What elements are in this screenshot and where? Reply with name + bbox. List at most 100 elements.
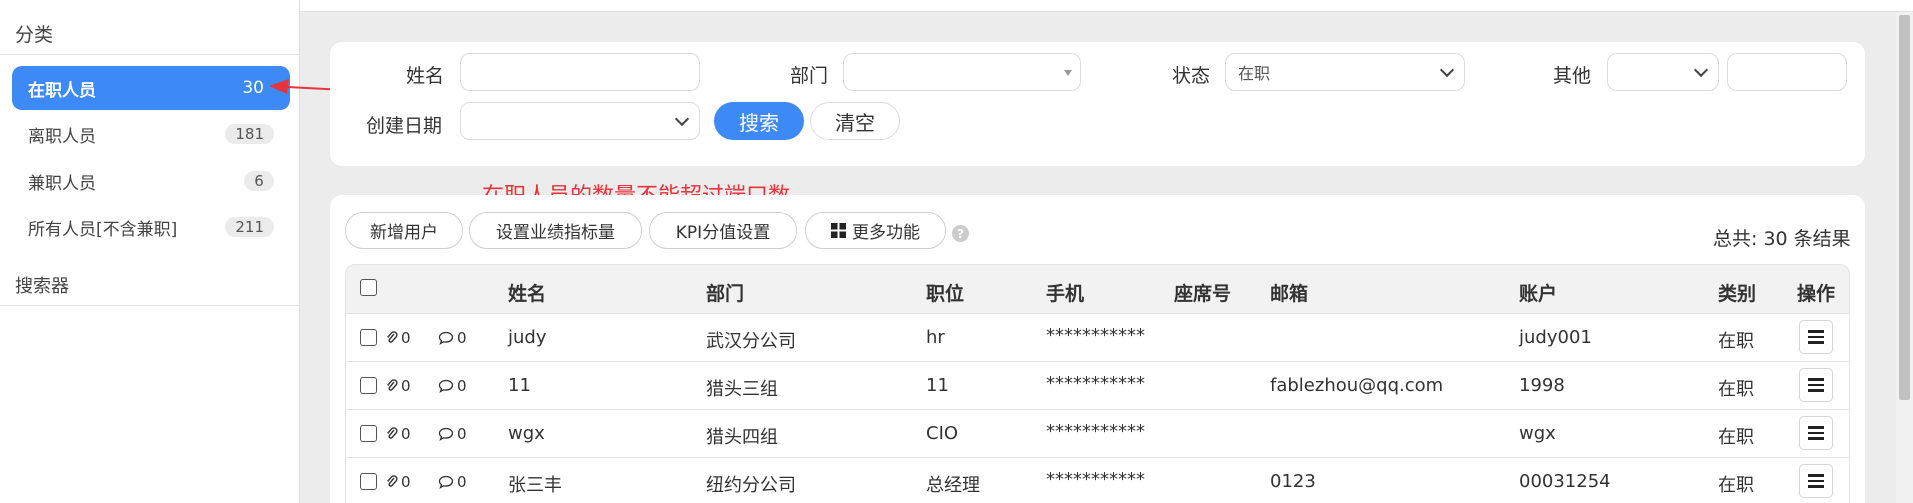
- more-functions-label: 更多功能: [852, 223, 920, 243]
- cell-account: 00031254: [1519, 471, 1611, 492]
- comment-icon: [438, 331, 454, 345]
- table-row[interactable]: 0 0 judy 武汉分公司 hr *********** judy001 在职: [345, 314, 1850, 362]
- searcher-section-title[interactable]: 搜索器: [15, 272, 69, 298]
- dept-label: 部门: [790, 65, 829, 87]
- row-checkbox[interactable]: [360, 425, 377, 442]
- paperclip-icon: [387, 379, 398, 391]
- column-header-account[interactable]: 账户: [1519, 279, 1557, 306]
- sidebar-item-active-staff[interactable]: 在职人员 30: [12, 66, 290, 110]
- other-label: 其他: [1553, 65, 1592, 87]
- other-select[interactable]: [1607, 53, 1719, 91]
- comment-count[interactable]: 0: [438, 377, 467, 395]
- set-target-button[interactable]: 设置业绩指标量: [469, 212, 642, 249]
- cell-phone: ***********: [1046, 373, 1145, 394]
- clear-button[interactable]: 清空: [810, 102, 900, 140]
- category-sidebar: 分类 在职人员 30 离职人员 181 兼职人员 6 所有人员[不含兼职] 21…: [0, 0, 300, 503]
- cell-account: judy001: [1519, 327, 1592, 348]
- cell-phone: ***********: [1046, 469, 1145, 490]
- attachment-count[interactable]: 0: [386, 473, 411, 491]
- paperclip-icon: [387, 331, 398, 343]
- created-date-label: 创建日期: [366, 115, 443, 137]
- total-count: 总共: 30 条结果: [1713, 228, 1851, 250]
- name-label: 姓名: [406, 65, 445, 87]
- cell-name[interactable]: 张三丰: [508, 471, 562, 497]
- column-header-action: 操作: [1797, 283, 1836, 305]
- status-label: 状态: [1172, 65, 1211, 87]
- search-button[interactable]: 搜索: [714, 102, 804, 140]
- other-input[interactable]: [1727, 53, 1847, 91]
- cell-position: 总经理: [926, 475, 980, 496]
- row-menu-button[interactable]: [1799, 416, 1833, 450]
- cell-position: CIO: [926, 423, 959, 444]
- comment-icon: [438, 379, 454, 393]
- column-header-dept[interactable]: 部门: [706, 279, 744, 306]
- row-menu-button[interactable]: [1799, 368, 1833, 402]
- row-checkbox[interactable]: [360, 377, 377, 394]
- attachment-count[interactable]: 0: [386, 377, 411, 395]
- cell-dept: 纽约分公司: [706, 475, 796, 496]
- count-badge: 6: [244, 171, 274, 191]
- cell-position: hr: [926, 327, 945, 348]
- add-user-button[interactable]: 新增用户: [345, 212, 463, 249]
- column-header-seat[interactable]: 座席号: [1174, 279, 1231, 306]
- row-checkbox[interactable]: [360, 329, 377, 346]
- cell-dept: 猎头三组: [706, 379, 778, 400]
- attachment-count[interactable]: 0: [386, 329, 411, 347]
- column-header-category[interactable]: 类别: [1718, 279, 1756, 306]
- column-header-name[interactable]: 姓名: [508, 279, 546, 306]
- sidebar-item-all-staff[interactable]: 所有人员[不含兼职] 211: [12, 205, 290, 249]
- cell-dept: 猎头四组: [706, 427, 778, 448]
- created-date-select[interactable]: [460, 102, 700, 140]
- more-functions-button[interactable]: 更多功能: [805, 212, 946, 249]
- cell-phone: ***********: [1046, 325, 1145, 346]
- select-all-checkbox[interactable]: [360, 279, 377, 296]
- cell-name[interactable]: judy: [508, 327, 547, 348]
- table-row[interactable]: 0 0 张三丰 纽约分公司 总经理 *********** 0123 00031…: [345, 458, 1850, 503]
- grid-icon: [831, 223, 846, 238]
- comment-icon: [438, 427, 454, 441]
- cell-phone: ***********: [1046, 421, 1145, 442]
- status-select[interactable]: 在职: [1225, 53, 1465, 91]
- sidebar-item-label: 所有人员[不含兼职]: [28, 219, 178, 240]
- chevron-down-icon: [1439, 62, 1455, 78]
- cell-account: wgx: [1519, 423, 1556, 444]
- cell-account: 1998: [1519, 375, 1565, 396]
- comment-count[interactable]: 0: [438, 329, 467, 347]
- comment-count[interactable]: 0: [438, 473, 467, 491]
- chevron-down-icon: [1693, 62, 1709, 78]
- cell-category: 在职: [1718, 331, 1754, 352]
- column-header-phone[interactable]: 手机: [1046, 279, 1084, 306]
- row-checkbox[interactable]: [360, 473, 377, 490]
- comment-count[interactable]: 0: [438, 425, 467, 443]
- sidebar-item-label: 在职人员: [28, 80, 96, 101]
- help-icon[interactable]: ?: [952, 225, 969, 242]
- cell-name[interactable]: wgx: [508, 423, 545, 444]
- table-row[interactable]: 0 0 wgx 猎头四组 CIO *********** wgx 在职: [345, 410, 1850, 458]
- scrollbar-thumb[interactable]: [1899, 15, 1910, 400]
- cell-name[interactable]: 11: [508, 375, 531, 396]
- sidebar-item-label: 兼职人员: [28, 173, 96, 194]
- status-select-value: 在职: [1238, 64, 1271, 83]
- paperclip-icon: [387, 427, 398, 439]
- row-menu-button[interactable]: [1799, 320, 1833, 354]
- table-row[interactable]: 0 0 11 猎头三组 11 *********** fablezhou@qq.…: [345, 362, 1850, 410]
- column-header-email[interactable]: 邮箱: [1270, 279, 1308, 306]
- kpi-settings-button[interactable]: KPI分值设置: [649, 212, 797, 249]
- sidebar-item-resigned-staff[interactable]: 离职人员 181: [12, 112, 290, 156]
- sidebar-title: 分类: [15, 24, 54, 46]
- dept-select[interactable]: [843, 53, 1081, 91]
- top-bar: [300, 0, 1913, 12]
- cell-email: 0123: [1270, 471, 1316, 492]
- comment-icon: [438, 475, 454, 489]
- cell-category: 在职: [1718, 427, 1754, 448]
- sidebar-item-part-time-staff[interactable]: 兼职人员 6: [12, 159, 290, 203]
- row-menu-button[interactable]: [1799, 464, 1833, 498]
- count-badge: 211: [225, 217, 274, 237]
- name-input[interactable]: [460, 53, 700, 91]
- divider: [0, 305, 300, 306]
- attachment-count[interactable]: 0: [386, 425, 411, 443]
- column-header-position[interactable]: 职位: [926, 279, 964, 306]
- cell-dept: 武汉分公司: [706, 331, 796, 352]
- paperclip-icon: [387, 475, 398, 487]
- cell-position: 11: [926, 375, 949, 396]
